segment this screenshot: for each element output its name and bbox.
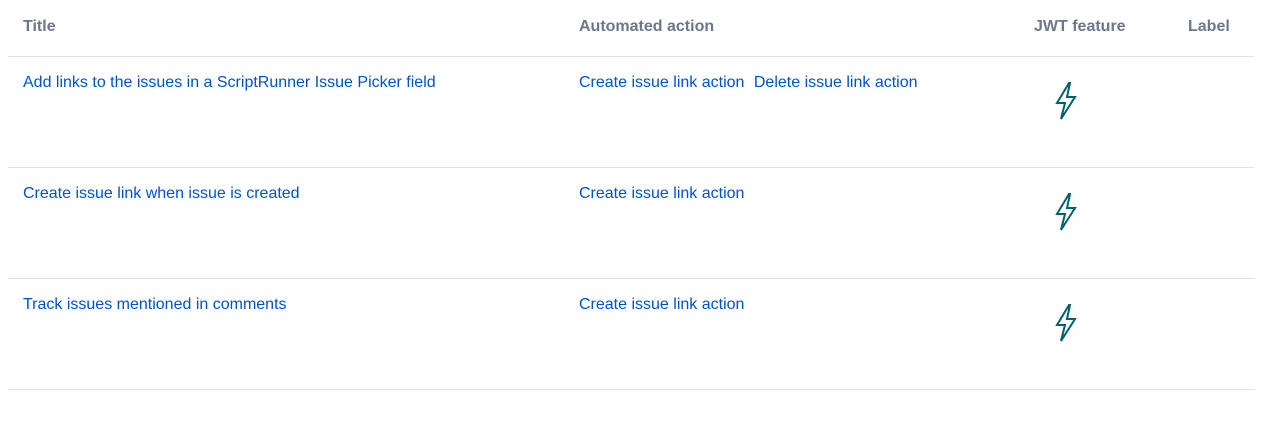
table-row: Add links to the issues in a ScriptRunne…	[8, 57, 1254, 168]
column-header-title[interactable]: Title	[23, 18, 56, 36]
action-link[interactable]: Create issue link action	[579, 74, 744, 91]
automation-table: Title Automated action JWT feature Label…	[8, 0, 1254, 390]
row-action-cell: Create issue link action	[579, 185, 744, 203]
lightning-bolt-icon	[1055, 304, 1077, 342]
row-title-link[interactable]: Add links to the issues in a ScriptRunne…	[23, 74, 436, 91]
row-title-cell: Create issue link when issue is created	[23, 185, 300, 203]
action-link[interactable]: Create issue link action	[579, 296, 744, 313]
row-title-cell: Add links to the issues in a ScriptRunne…	[23, 74, 436, 92]
column-header-automated-action[interactable]: Automated action	[579, 18, 714, 36]
lightning-bolt-icon	[1055, 82, 1077, 120]
action-link[interactable]: Delete issue link action	[754, 74, 918, 91]
row-title-link[interactable]: Track issues mentioned in comments	[23, 296, 287, 313]
row-action-cell: Create issue link action Delete issue li…	[579, 74, 918, 92]
table-row: Create issue link when issue is created …	[8, 168, 1254, 279]
action-link[interactable]: Create issue link action	[579, 185, 744, 202]
lightning-bolt-icon	[1055, 193, 1077, 231]
table-row: Track issues mentioned in comments Creat…	[8, 279, 1254, 390]
row-title-link[interactable]: Create issue link when issue is created	[23, 185, 300, 202]
column-header-label[interactable]: Label	[1188, 18, 1230, 36]
column-header-jwt-feature[interactable]: JWT feature	[1034, 18, 1126, 36]
row-action-cell: Create issue link action	[579, 296, 744, 314]
table-header: Title Automated action JWT feature Label	[8, 0, 1254, 57]
row-title-cell: Track issues mentioned in comments	[23, 296, 287, 314]
